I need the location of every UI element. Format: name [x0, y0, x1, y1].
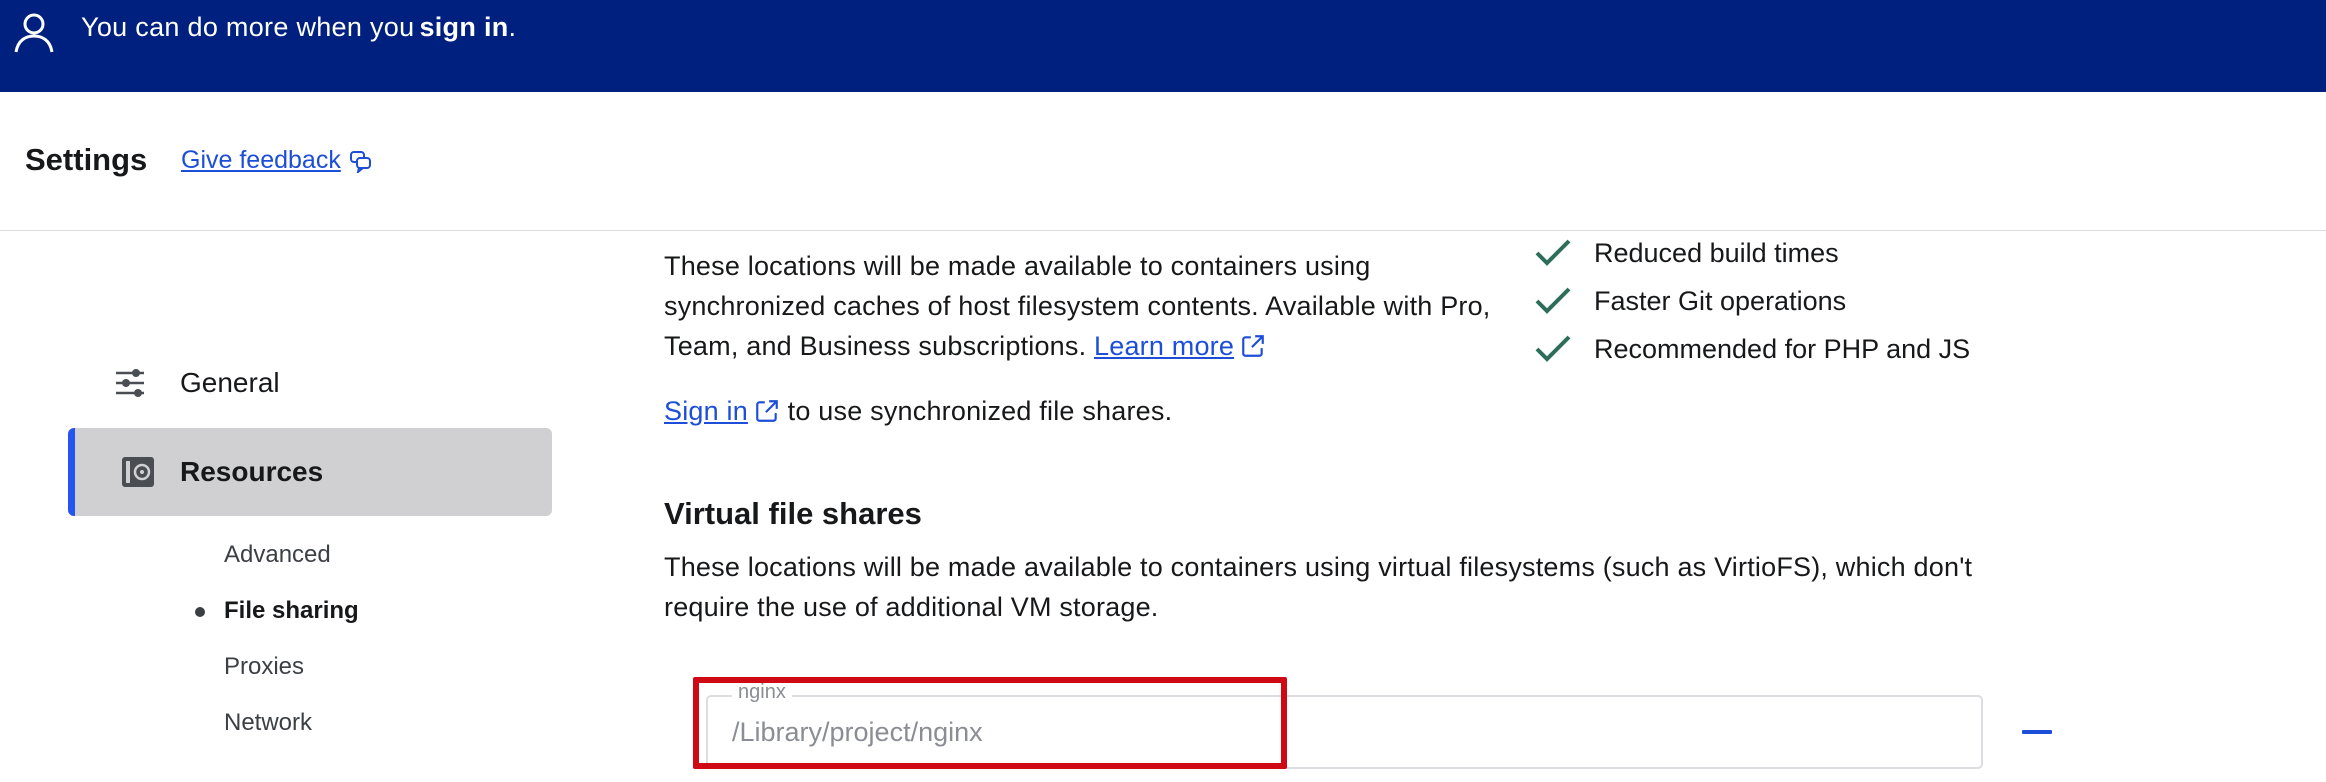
- subnav-advanced[interactable]: Advanced: [224, 541, 331, 569]
- active-indicator-dot: [195, 607, 205, 617]
- sync-description: These locations will be made available t…: [664, 246, 1514, 366]
- external-link-icon: [756, 400, 778, 422]
- sync-description-text: These locations will be made available t…: [664, 251, 1491, 361]
- give-feedback-link[interactable]: Give feedback: [181, 146, 373, 175]
- sign-in-banner: You can do more when you sign in.: [0, 0, 2326, 92]
- file-share-label: nginx: [732, 681, 792, 704]
- file-share-path-input[interactable]: [732, 717, 1932, 748]
- virtual-shares-title: Virtual file shares: [664, 496, 922, 531]
- page-title: Settings: [25, 142, 148, 177]
- remove-share-button[interactable]: [2019, 714, 2055, 750]
- resources-icon: [122, 457, 154, 487]
- settings-header: Settings Give feedback: [0, 92, 2326, 231]
- learn-more-link[interactable]: Learn more: [1094, 331, 1234, 361]
- check-icon: [1535, 239, 1571, 266]
- banner-text: You can do more when you: [81, 12, 415, 42]
- feedback-icon: [349, 150, 371, 173]
- sign-in-link[interactable]: Sign in: [664, 396, 748, 426]
- sidebar-item-resources[interactable]: Resources: [68, 428, 552, 516]
- external-link-icon: [1242, 335, 1264, 357]
- check-icon: [1535, 287, 1571, 314]
- minus-icon: [2022, 730, 2052, 734]
- benefit-label: Faster Git operations: [1594, 285, 1847, 316]
- benefit-item: Reduced build times: [1534, 236, 1839, 270]
- benefit-item: Faster Git operations: [1534, 284, 1846, 318]
- banner-message: You can do more when you sign in.: [81, 12, 516, 43]
- sidebar-item-general[interactable]: General: [68, 355, 552, 411]
- sidebar-item-label: General: [180, 367, 280, 398]
- benefit-label: Reduced build times: [1594, 237, 1839, 268]
- user-icon: [14, 13, 54, 53]
- file-share-field[interactable]: nginx: [706, 681, 1983, 769]
- benefit-item: Recommended for PHP and JS: [1534, 332, 1970, 366]
- sync-sign-in-line: Sign in to use synchronized file shares.: [664, 391, 1172, 431]
- banner-suffix: .: [508, 12, 517, 42]
- subnav-file-sharing[interactable]: File sharing: [224, 597, 359, 625]
- banner-sign-in-link[interactable]: sign in: [419, 12, 508, 42]
- sign-in-suffix: to use synchronized file shares.: [787, 396, 1173, 426]
- benefit-label: Recommended for PHP and JS: [1594, 333, 1971, 364]
- subnav-network[interactable]: Network: [224, 709, 312, 737]
- sidebar-item-label: Resources: [180, 456, 324, 487]
- virtual-shares-description: These locations will be made available t…: [664, 552, 1973, 622]
- subnav-proxies[interactable]: Proxies: [224, 653, 304, 681]
- sliders-icon: [116, 369, 144, 397]
- give-feedback-label: Give feedback: [181, 146, 341, 174]
- check-icon: [1535, 335, 1571, 362]
